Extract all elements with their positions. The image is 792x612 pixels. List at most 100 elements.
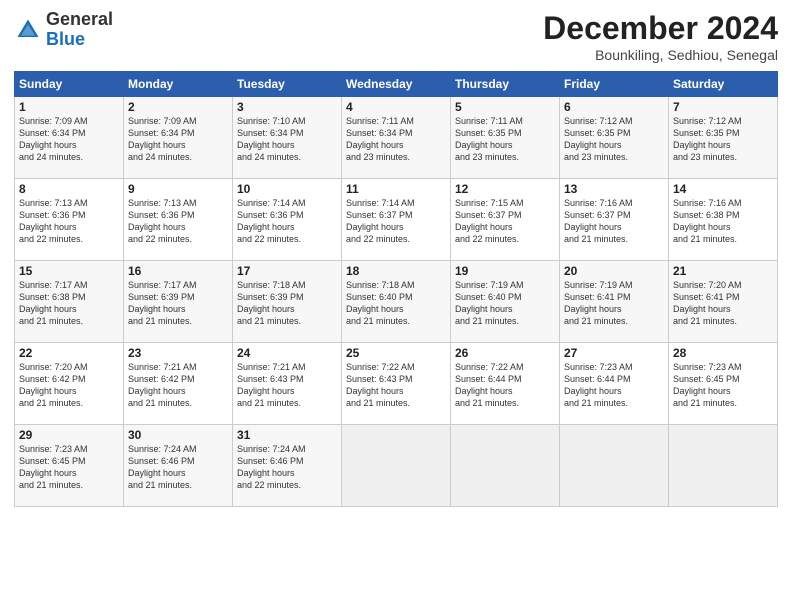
day-number: 23 [128,346,228,360]
cell-5-5 [560,425,669,507]
title-block: December 2024 Bounkiling, Sedhiou, Seneg… [543,10,778,63]
header-wednesday: Wednesday [342,72,451,97]
day-number: 31 [237,428,337,442]
day-number: 10 [237,182,337,196]
cell-info: Sunrise: 7:20 AM Sunset: 6:41 PM Dayligh… [673,279,773,328]
cell-info: Sunrise: 7:18 AM Sunset: 6:39 PM Dayligh… [237,279,337,328]
day-number: 18 [346,264,446,278]
cell-info: Sunrise: 7:19 AM Sunset: 6:40 PM Dayligh… [455,279,555,328]
day-number: 15 [19,264,119,278]
header: General Blue December 2024 Bounkiling, S… [14,10,778,63]
week-row-5: 29 Sunrise: 7:23 AM Sunset: 6:45 PM Dayl… [15,425,778,507]
day-number: 22 [19,346,119,360]
day-number: 17 [237,264,337,278]
cell-5-1: 30 Sunrise: 7:24 AM Sunset: 6:46 PM Dayl… [124,425,233,507]
cell-4-1: 23 Sunrise: 7:21 AM Sunset: 6:42 PM Dayl… [124,343,233,425]
cell-info: Sunrise: 7:22 AM Sunset: 6:44 PM Dayligh… [455,361,555,410]
cell-info: Sunrise: 7:09 AM Sunset: 6:34 PM Dayligh… [128,115,228,164]
cell-3-2: 17 Sunrise: 7:18 AM Sunset: 6:39 PM Dayl… [233,261,342,343]
day-number: 3 [237,100,337,114]
cell-info: Sunrise: 7:24 AM Sunset: 6:46 PM Dayligh… [237,443,337,492]
day-number: 8 [19,182,119,196]
day-number: 19 [455,264,555,278]
day-number: 16 [128,264,228,278]
cell-2-1: 9 Sunrise: 7:13 AM Sunset: 6:36 PM Dayli… [124,179,233,261]
week-row-3: 15 Sunrise: 7:17 AM Sunset: 6:38 PM Dayl… [15,261,778,343]
header-monday: Monday [124,72,233,97]
cell-1-3: 4 Sunrise: 7:11 AM Sunset: 6:34 PM Dayli… [342,97,451,179]
cell-info: Sunrise: 7:17 AM Sunset: 6:39 PM Dayligh… [128,279,228,328]
calendar-table: Sunday Monday Tuesday Wednesday Thursday… [14,71,778,507]
cell-info: Sunrise: 7:21 AM Sunset: 6:43 PM Dayligh… [237,361,337,410]
cell-2-3: 11 Sunrise: 7:14 AM Sunset: 6:37 PM Dayl… [342,179,451,261]
day-number: 6 [564,100,664,114]
logo-text: General Blue [46,10,113,50]
day-number: 21 [673,264,773,278]
calendar-body: 1 Sunrise: 7:09 AM Sunset: 6:34 PM Dayli… [15,97,778,507]
cell-info: Sunrise: 7:14 AM Sunset: 6:36 PM Dayligh… [237,197,337,246]
day-number: 9 [128,182,228,196]
day-number: 27 [564,346,664,360]
cell-info: Sunrise: 7:17 AM Sunset: 6:38 PM Dayligh… [19,279,119,328]
cell-4-6: 28 Sunrise: 7:23 AM Sunset: 6:45 PM Dayl… [669,343,778,425]
cell-info: Sunrise: 7:23 AM Sunset: 6:45 PM Dayligh… [673,361,773,410]
cell-info: Sunrise: 7:22 AM Sunset: 6:43 PM Dayligh… [346,361,446,410]
day-number: 1 [19,100,119,114]
day-number: 20 [564,264,664,278]
logo-general: General [46,9,113,29]
cell-5-6 [669,425,778,507]
month-title: December 2024 [543,10,778,47]
cell-info: Sunrise: 7:11 AM Sunset: 6:35 PM Dayligh… [455,115,555,164]
cell-3-0: 15 Sunrise: 7:17 AM Sunset: 6:38 PM Dayl… [15,261,124,343]
cell-info: Sunrise: 7:20 AM Sunset: 6:42 PM Dayligh… [19,361,119,410]
cell-3-4: 19 Sunrise: 7:19 AM Sunset: 6:40 PM Dayl… [451,261,560,343]
cell-1-4: 5 Sunrise: 7:11 AM Sunset: 6:35 PM Dayli… [451,97,560,179]
header-sunday: Sunday [15,72,124,97]
cell-info: Sunrise: 7:13 AM Sunset: 6:36 PM Dayligh… [128,197,228,246]
cell-info: Sunrise: 7:15 AM Sunset: 6:37 PM Dayligh… [455,197,555,246]
day-number: 4 [346,100,446,114]
day-number: 7 [673,100,773,114]
cell-1-6: 7 Sunrise: 7:12 AM Sunset: 6:35 PM Dayli… [669,97,778,179]
week-row-4: 22 Sunrise: 7:20 AM Sunset: 6:42 PM Dayl… [15,343,778,425]
cell-info: Sunrise: 7:13 AM Sunset: 6:36 PM Dayligh… [19,197,119,246]
cell-info: Sunrise: 7:12 AM Sunset: 6:35 PM Dayligh… [673,115,773,164]
cell-info: Sunrise: 7:12 AM Sunset: 6:35 PM Dayligh… [564,115,664,164]
cell-3-5: 20 Sunrise: 7:19 AM Sunset: 6:41 PM Dayl… [560,261,669,343]
cell-info: Sunrise: 7:19 AM Sunset: 6:41 PM Dayligh… [564,279,664,328]
logo-icon [14,16,42,44]
header-friday: Friday [560,72,669,97]
week-row-2: 8 Sunrise: 7:13 AM Sunset: 6:36 PM Dayli… [15,179,778,261]
cell-info: Sunrise: 7:24 AM Sunset: 6:46 PM Dayligh… [128,443,228,492]
cell-3-1: 16 Sunrise: 7:17 AM Sunset: 6:39 PM Dayl… [124,261,233,343]
day-number: 29 [19,428,119,442]
calendar-header: Sunday Monday Tuesday Wednesday Thursday… [15,72,778,97]
day-number: 12 [455,182,555,196]
cell-1-1: 2 Sunrise: 7:09 AM Sunset: 6:34 PM Dayli… [124,97,233,179]
cell-3-6: 21 Sunrise: 7:20 AM Sunset: 6:41 PM Dayl… [669,261,778,343]
day-number: 13 [564,182,664,196]
page: General Blue December 2024 Bounkiling, S… [0,0,792,515]
location: Bounkiling, Sedhiou, Senegal [543,47,778,63]
cell-info: Sunrise: 7:11 AM Sunset: 6:34 PM Dayligh… [346,115,446,164]
cell-4-5: 27 Sunrise: 7:23 AM Sunset: 6:44 PM Dayl… [560,343,669,425]
day-number: 24 [237,346,337,360]
cell-info: Sunrise: 7:16 AM Sunset: 6:37 PM Dayligh… [564,197,664,246]
cell-1-5: 6 Sunrise: 7:12 AM Sunset: 6:35 PM Dayli… [560,97,669,179]
day-number: 28 [673,346,773,360]
cell-2-2: 10 Sunrise: 7:14 AM Sunset: 6:36 PM Dayl… [233,179,342,261]
header-saturday: Saturday [669,72,778,97]
cell-2-5: 13 Sunrise: 7:16 AM Sunset: 6:37 PM Dayl… [560,179,669,261]
cell-1-0: 1 Sunrise: 7:09 AM Sunset: 6:34 PM Dayli… [15,97,124,179]
day-number: 30 [128,428,228,442]
cell-1-2: 3 Sunrise: 7:10 AM Sunset: 6:34 PM Dayli… [233,97,342,179]
cell-5-2: 31 Sunrise: 7:24 AM Sunset: 6:46 PM Dayl… [233,425,342,507]
cell-4-2: 24 Sunrise: 7:21 AM Sunset: 6:43 PM Dayl… [233,343,342,425]
day-number: 25 [346,346,446,360]
cell-2-4: 12 Sunrise: 7:15 AM Sunset: 6:37 PM Dayl… [451,179,560,261]
header-thursday: Thursday [451,72,560,97]
cell-5-0: 29 Sunrise: 7:23 AM Sunset: 6:45 PM Dayl… [15,425,124,507]
cell-info: Sunrise: 7:23 AM Sunset: 6:44 PM Dayligh… [564,361,664,410]
cell-2-0: 8 Sunrise: 7:13 AM Sunset: 6:36 PM Dayli… [15,179,124,261]
cell-5-4 [451,425,560,507]
